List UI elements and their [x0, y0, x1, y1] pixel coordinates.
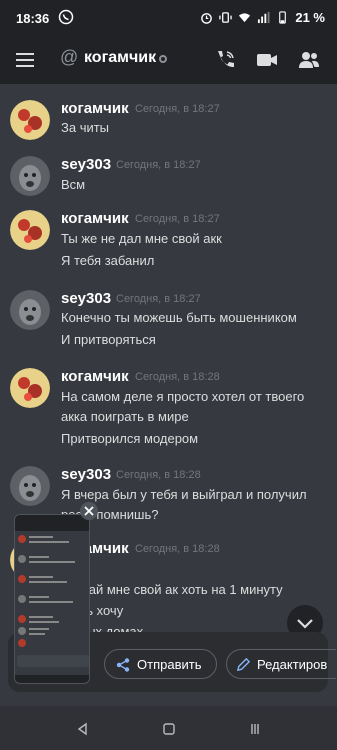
offline-status-dot	[159, 55, 167, 63]
whatsapp-icon	[58, 9, 74, 25]
battery-icon	[279, 11, 287, 24]
message-timestamp: Сегодня, в 18:27	[135, 213, 220, 225]
members-icon[interactable]	[296, 47, 322, 73]
thumbnail-close-button[interactable]	[80, 502, 98, 520]
status-time: 18:36	[16, 11, 50, 26]
message-text: И притворяться	[61, 332, 156, 347]
recents-icon[interactable]	[248, 722, 262, 736]
message-timestamp: Сегодня, в 18:28	[135, 543, 220, 555]
message-timestamp: Сегодня, в 18:27	[116, 293, 201, 305]
channel-title[interactable]: когамчик	[84, 49, 156, 67]
message-text: Ты же не дал мне свой акк	[61, 231, 222, 246]
message-author[interactable]: когамчик	[61, 368, 129, 385]
avatar[interactable]	[10, 100, 50, 140]
message-author[interactable]: sey303	[61, 290, 111, 307]
system-navigation-bar	[0, 706, 337, 750]
avatar[interactable]	[10, 156, 50, 196]
message-timestamp: Сегодня, в 18:27	[135, 103, 220, 115]
message-text: Притворился модером	[61, 431, 199, 446]
message-timestamp: Сегодня, в 18:28	[116, 469, 201, 481]
video-call-icon[interactable]	[254, 47, 280, 73]
share-icon	[116, 658, 130, 672]
signal-icon	[258, 11, 270, 24]
message-author[interactable]: sey303	[61, 156, 111, 173]
avatar[interactable]	[10, 368, 50, 408]
message-timestamp: Сегодня, в 18:27	[116, 159, 201, 171]
share-button[interactable]: Отправить	[104, 649, 217, 679]
close-icon	[84, 506, 94, 516]
menu-icon[interactable]	[14, 49, 36, 71]
message-author[interactable]: когамчик	[61, 210, 129, 227]
vibrate-icon	[219, 12, 233, 23]
alarm-icon	[201, 13, 213, 24]
message-timestamp: Сегодня, в 18:28	[135, 371, 220, 383]
message-author[interactable]: когамчик	[61, 100, 129, 117]
screenshot-preview-image	[15, 515, 89, 683]
avatar[interactable]	[10, 210, 50, 250]
edit-icon	[236, 657, 251, 672]
message-text: За читы	[61, 120, 110, 135]
at-symbol: @	[60, 47, 79, 67]
message-text: рес... помнишь?	[61, 507, 159, 522]
phone-call-icon[interactable]	[212, 47, 238, 73]
status-bar: 18:36 21 %	[0, 0, 337, 36]
home-icon[interactable]	[162, 722, 176, 736]
channel-header: @ когамчик	[0, 36, 337, 84]
avatar[interactable]	[10, 290, 50, 330]
avatar[interactable]	[10, 466, 50, 506]
message-text: Всм	[61, 177, 86, 192]
message-text: Я тебя забанил	[61, 253, 155, 268]
message-text: На самом деле я просто хотел от твоего а…	[61, 389, 305, 424]
message-text: ...к дай мне свой ак хоть на 1 минуту	[61, 582, 283, 597]
back-icon[interactable]	[76, 722, 90, 736]
screenshot-thumbnail[interactable]	[14, 514, 90, 684]
message-text: Конечно ты можешь быть мошенником	[61, 310, 297, 325]
battery-percent: 21 %	[295, 10, 325, 25]
wifi-icon	[239, 13, 251, 23]
message-author[interactable]: sey303	[61, 466, 111, 483]
message-text: Я вчера был у тебя и выйграл и получил	[61, 487, 307, 502]
edit-button[interactable]: Редактиров	[226, 649, 336, 679]
edit-button-label: Редактиров	[257, 657, 328, 672]
share-button-label: Отправить	[137, 657, 202, 672]
